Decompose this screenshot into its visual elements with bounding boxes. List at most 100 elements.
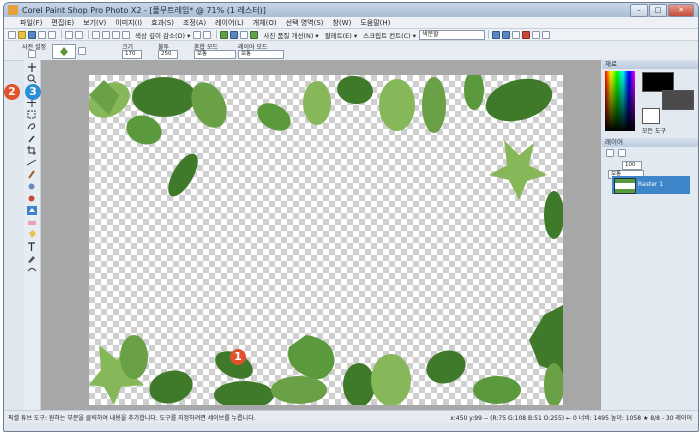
- straighten-tool-icon[interactable]: [27, 158, 37, 167]
- leaf-image: [89, 75, 563, 405]
- close-button[interactable]: ✕: [668, 4, 694, 17]
- crop-tool-icon[interactable]: [27, 146, 37, 155]
- new-file-icon[interactable]: [8, 30, 16, 39]
- eraser-tool-icon[interactable]: [27, 218, 37, 227]
- workspace: 1: [41, 60, 601, 410]
- color-spectrum-shade: [605, 71, 635, 131]
- minimize-button[interactable]: –: [630, 4, 648, 17]
- script-menu[interactable]: 스크립트 컨트(C) ▾: [363, 30, 416, 40]
- save-icon[interactable]: [28, 30, 36, 39]
- document-icon[interactable]: [193, 30, 202, 39]
- pan-tool-icon[interactable]: [27, 63, 37, 72]
- paste-icon[interactable]: [102, 30, 110, 39]
- leaf-tube-icon: [60, 47, 68, 56]
- grid-icon[interactable]: [240, 30, 249, 39]
- texture-swatch[interactable]: [642, 108, 660, 124]
- text-tool-icon[interactable]: [27, 242, 37, 251]
- crop-icon[interactable]: [122, 30, 130, 39]
- menu-view[interactable]: 보기(V): [83, 18, 106, 28]
- menu-bar: 파일(F) 편집(E) 보기(V) 이미지(I) 효과(S) 조정(A) 레이어…: [4, 17, 698, 29]
- warp-brush-icon[interactable]: [27, 266, 37, 275]
- toolbar-separator: [88, 30, 89, 39]
- layer-row-raster1[interactable]: Raster 1: [612, 176, 690, 194]
- zoom-tool-icon[interactable]: [27, 74, 37, 83]
- status-bar: 픽셀 튜브 도구: 원하는 부분을 클릭하여 내용을 추가합니다. 도구를 지정…: [4, 410, 698, 423]
- pause-script-icon[interactable]: [532, 30, 541, 39]
- dropper-tool-icon[interactable]: [27, 134, 37, 143]
- history-icon[interactable]: [203, 30, 212, 39]
- status-info: x:450 y:99 -- (R:75 G:108 B:51 O:255) ← …: [450, 415, 692, 422]
- window-title: Corel Paint Shop Pro Photo X2 - [풀무트레임* …: [22, 6, 266, 15]
- layer-opacity-field[interactable]: 100: [622, 161, 642, 170]
- extra-icon[interactable]: [542, 30, 551, 39]
- right-palettes: 재료 모든 도구 레이어 100 보통 Raster 1: [602, 60, 698, 410]
- layer-thumbnail: [614, 178, 636, 194]
- run-script-icon[interactable]: [492, 30, 501, 39]
- toolbar-separator: [61, 30, 62, 39]
- layers-icon[interactable]: [220, 30, 229, 39]
- opacity-field[interactable]: 250: [158, 50, 178, 59]
- menu-file[interactable]: 파일(F): [20, 18, 42, 28]
- zoom-icon[interactable]: [112, 30, 120, 39]
- window-controls: – □ ✕: [630, 4, 694, 17]
- photo-fix-menu[interactable]: 사진 품질 개선(N) ▾: [263, 30, 318, 40]
- layer-name: Raster 1: [638, 181, 664, 188]
- layer-mode-select[interactable]: 보통: [238, 50, 284, 59]
- callout-3: 3: [25, 84, 41, 100]
- callout-1: 1: [230, 349, 246, 365]
- maximize-button[interactable]: □: [649, 4, 667, 17]
- delete-layer-icon[interactable]: [618, 149, 626, 157]
- background-swatch[interactable]: [662, 90, 694, 110]
- script-select[interactable]: 색분할: [419, 29, 486, 40]
- edit-script-icon[interactable]: [502, 30, 511, 39]
- menu-effects[interactable]: 효과(S): [151, 18, 174, 28]
- stop-script-icon[interactable]: [522, 30, 531, 39]
- copy-icon[interactable]: [92, 30, 100, 39]
- foreground-swatch[interactable]: [642, 72, 674, 92]
- title-bar: Corel Paint Shop Pro Photo X2 - [풀무트레임* …: [4, 3, 698, 17]
- redeye-tool-icon[interactable]: [27, 194, 37, 203]
- tube-preview-box[interactable]: [52, 44, 76, 59]
- new-layer-icon[interactable]: [606, 149, 614, 157]
- redo-icon[interactable]: [75, 30, 83, 39]
- preset-icon[interactable]: [28, 50, 36, 58]
- paint-brush-icon[interactable]: [27, 170, 37, 179]
- menu-selections[interactable]: 선택 영역(S): [286, 18, 324, 28]
- fill-tool-icon[interactable]: [27, 230, 37, 239]
- scan-icon[interactable]: [48, 30, 56, 39]
- undo-icon[interactable]: [65, 30, 73, 39]
- pen-tool-icon[interactable]: [27, 254, 37, 263]
- options-icon[interactable]: [78, 47, 86, 55]
- blend-select[interactable]: 보통: [194, 50, 236, 59]
- status-hint: 픽셀 튜브 도구: 원하는 부분을 클릭하여 내용을 추가합니다. 도구를 지정…: [8, 415, 256, 422]
- menu-help[interactable]: 도움말(H): [360, 18, 390, 28]
- histogram-icon[interactable]: [250, 30, 259, 39]
- freehand-select-icon[interactable]: [27, 122, 37, 131]
- image-canvas[interactable]: 1: [89, 75, 563, 405]
- size-field[interactable]: 170: [122, 50, 142, 59]
- toolbar-separator: [216, 30, 218, 39]
- selection-tool-icon[interactable]: [27, 110, 37, 119]
- menu-edit[interactable]: 편집(E): [51, 18, 74, 28]
- menu-image[interactable]: 이미지(I): [115, 18, 142, 28]
- toolbar-separator: [488, 30, 490, 39]
- standard-toolbar: 색상 깊이 감소(D) ▾ 사진 품질 개선(N) ▾ 팔레트(E) ▾ 스크립…: [4, 29, 698, 41]
- record-script-icon[interactable]: [512, 30, 521, 39]
- print-icon[interactable]: [38, 30, 46, 39]
- clone-brush-icon[interactable]: [27, 182, 37, 191]
- open-folder-icon[interactable]: [18, 30, 26, 39]
- tool-options-bar: 사전 설정 크기 170 불투 250 혼합 모드 보통 레이어 모드 보통: [4, 41, 698, 61]
- color-depth-menu[interactable]: 색상 깊이 감소(D) ▾: [135, 30, 190, 40]
- menu-adjust[interactable]: 조정(A): [183, 18, 206, 28]
- overview-icon[interactable]: [230, 30, 239, 39]
- menu-objects[interactable]: 개체(O): [253, 18, 277, 28]
- palette-menu[interactable]: 팔레트(E) ▾: [325, 30, 357, 40]
- app-window: Corel Paint Shop Pro Photo X2 - [풀무트레임* …: [3, 2, 699, 432]
- menu-layers[interactable]: 레이어(L): [215, 18, 244, 28]
- materials-panel-title: 재료: [602, 60, 698, 69]
- all-tools-checkbox[interactable]: 모든 도구: [642, 126, 666, 135]
- menu-window[interactable]: 창(W): [333, 18, 352, 28]
- leaf-artwork: [89, 75, 563, 405]
- app-icon: [8, 5, 18, 15]
- picture-tube-icon[interactable]: [27, 206, 37, 215]
